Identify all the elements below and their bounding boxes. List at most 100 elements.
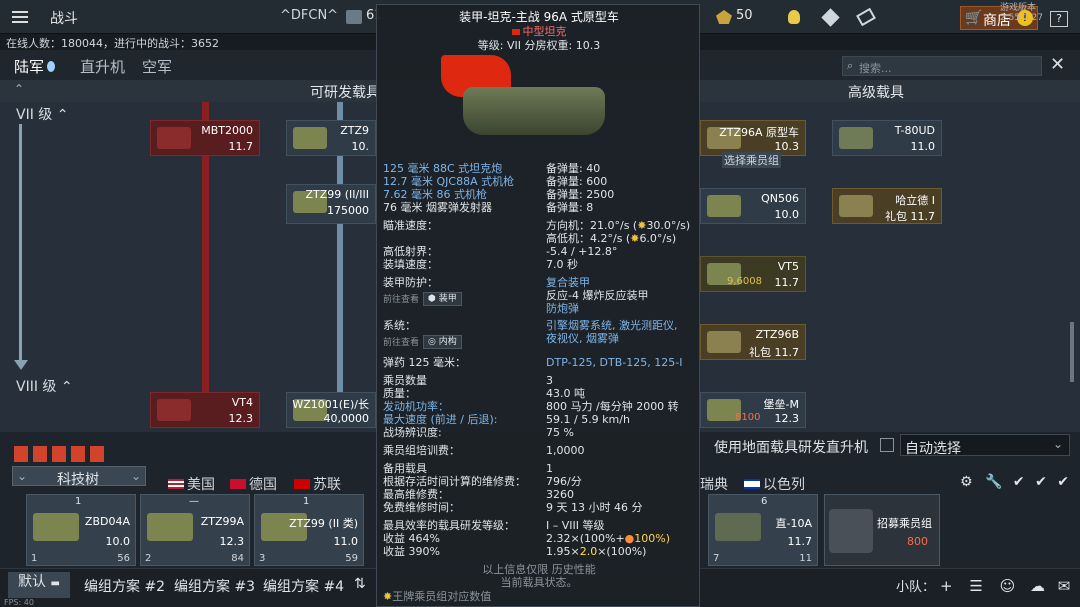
ace-icon: ✸ <box>383 590 393 603</box>
nation-label: 苏联 <box>313 477 341 493</box>
income-2-label: 收益 390% <box>383 545 440 558</box>
tooltip-type: 中型坦克 <box>377 25 701 38</box>
tank-small-icon: ▬ <box>50 578 60 589</box>
armor-view-button[interactable]: ⬢ 装甲 <box>423 292 462 306</box>
crew-slot-3[interactable]: 1 ZTZ99 (II 类) 11.0 3 59 <box>254 494 364 566</box>
gear-icon[interactable]: ⚙ <box>960 474 973 490</box>
interior-icon: ◎ <box>428 337 436 347</box>
nation-germany[interactable]: 德国 <box>230 474 277 494</box>
lightbulb-icon[interactable] <box>788 10 800 24</box>
friends-icon[interactable]: ☺ <box>1000 577 1016 595</box>
battle-label[interactable]: 战斗 <box>50 8 78 28</box>
preset-2[interactable]: 编组方案 #2 <box>84 576 165 596</box>
israel-flag-icon <box>744 479 760 489</box>
tech-tree-button[interactable]: ⌄ 科技树 ⌄ <box>12 466 146 488</box>
vehicle-card-halid[interactable]: 哈立德 I 礼包 11.7 <box>832 188 942 224</box>
crew-count-label: 乘员数量 <box>383 374 427 387</box>
plus-icon[interactable]: + <box>940 577 953 595</box>
heli-research-checkbox[interactable] <box>880 438 894 452</box>
slot-index: 7 <box>713 553 720 564</box>
vehicle-card-wz1001[interactable]: WZ1001(E)/长 40,0000 <box>286 392 376 428</box>
income-1-label: 收益 464% <box>383 532 440 545</box>
rank-arrow <box>14 360 28 370</box>
elevation-value: -5.4 / +12.8° <box>546 245 618 258</box>
preset-3[interactable]: 编组方案 #3 <box>174 576 255 596</box>
rank-viii-label[interactable]: VIII 级 ⌃ <box>16 376 73 396</box>
tank-icon <box>157 399 191 421</box>
double-check-icon[interactable]: ✔ <box>1035 474 1047 490</box>
nation-israel[interactable]: 以色列 <box>744 474 805 494</box>
nation-usa[interactable]: 美国 <box>168 474 215 494</box>
select-crew-hint[interactable]: 选择乘员组 <box>722 152 781 168</box>
search-icon: ⌕ <box>847 59 854 72</box>
settings-toolbar: ⚙ 🔧 ✔ ✔ ✔ <box>960 474 1069 490</box>
tech-tree-label: 科技树 <box>57 472 99 488</box>
nation-sweden[interactable]: 瑞典 <box>700 474 728 494</box>
tab-air[interactable]: 空军 <box>142 56 172 77</box>
crew-slot-2[interactable]: — ZTZ99A 12.3 2 84 <box>140 494 250 566</box>
preset-4[interactable]: 编组方案 #4 <box>263 576 344 596</box>
tab-ground-label: 陆军 <box>14 58 45 76</box>
tooltip-title: 装甲-坦克-主战 96A 式原型车 <box>459 10 619 24</box>
vehicle-card-ztz96a[interactable]: ZTZ96A 原型车 10.3 <box>700 120 806 156</box>
vehicle-br: 12.3 <box>228 412 254 425</box>
help-button[interactable]: ? <box>1050 11 1068 27</box>
ammo-label: 弹药 125 毫米： <box>383 356 466 369</box>
free-repair-label: 免费维修时间： <box>383 501 460 514</box>
crew-portrait <box>829 509 873 553</box>
tab-helicopter[interactable]: 直升机 <box>80 56 125 77</box>
coupon-icon[interactable] <box>856 7 876 27</box>
close-icon[interactable]: ✕ <box>1050 54 1065 75</box>
vehicle-card-t80ud[interactable]: T-80UD 11.0 <box>832 120 942 156</box>
repair-rate-label: 根据存活时间计算的维修费： <box>383 475 526 488</box>
vehicle-card-bastion[interactable]: 堡垒-M 12.3 8100 <box>700 392 806 428</box>
vehicle-card-qn506[interactable]: QN506 10.0 <box>700 188 806 224</box>
nation-ussr[interactable]: 苏联 <box>294 474 341 494</box>
helicopter-icon <box>715 513 761 541</box>
hamburger-icon[interactable] <box>12 11 28 23</box>
crew-slot-7[interactable]: 6 直-10A 11.7 7 11 <box>708 494 818 566</box>
search-box[interactable]: ⌕ 搜索... <box>842 56 1042 76</box>
interior-view-button[interactable]: ◎ 内构 <box>423 335 462 349</box>
vehicle-card-mbt2000[interactable]: MBT2000 11.7 <box>150 120 260 156</box>
armor-value-3: 防炮弹 <box>546 302 579 315</box>
preset-default[interactable]: 默认 ▬ <box>8 572 70 598</box>
slot-top-count: 6 <box>761 496 768 507</box>
crew-slot-1[interactable]: 1 ZBD04A 10.0 1 56 <box>26 494 136 566</box>
vehicle-card-ztz[interactable]: ZTZ9 10. <box>286 120 376 156</box>
tab-ground[interactable]: 陆军 <box>14 56 56 82</box>
weapon-3-ammo: 备弹量: 2500 <box>546 188 615 201</box>
booster-icon: ● <box>624 532 635 545</box>
collapse-icon[interactable]: ⌃ <box>14 82 24 96</box>
vehicle-br: 礼包 11.7 <box>749 346 799 359</box>
chevron-down-icon: ⌄ <box>17 469 28 483</box>
tree-scrollbar[interactable] <box>1070 322 1074 382</box>
footer-note-3-text: 王牌乘员组对应数值 <box>392 590 492 603</box>
efficient-rank-label: 最具效率的载具研发等级： <box>383 519 515 532</box>
sort-icon[interactable]: ⇅ <box>354 576 366 592</box>
vehicle-br: 11.0 <box>910 140 936 153</box>
diamond-icon[interactable] <box>821 8 840 27</box>
wrench-icon[interactable]: 🔧 <box>985 474 1002 490</box>
slot-index: 2 <box>145 553 152 564</box>
preset-label: 默认 <box>18 574 46 590</box>
recruit-crew-slot[interactable]: 招募乘员组 800 <box>824 494 940 566</box>
engine-value: 800 马力 /每分钟 2000 转 <box>546 400 679 413</box>
list-icon[interactable]: ☰ <box>969 577 982 595</box>
heli-research-select[interactable]: 自动选择 ⌄ <box>900 434 1070 457</box>
vehicle-card-vt4[interactable]: VT4 12.3 <box>150 392 260 428</box>
vehicle-card-vt5[interactable]: VT5 11.7 9,6008 <box>700 256 806 292</box>
armor-value-2: 反应-4 爆炸反应装甲 <box>546 289 649 302</box>
rank-vii-label[interactable]: VII 级 ⌃ <box>16 104 68 124</box>
vehicle-card-ztz99[interactable]: ZTZ99 (II/III 175000 <box>286 184 376 224</box>
mail-icon[interactable]: ✉ <box>1058 577 1071 595</box>
weapon-2: 12.7 毫米 QJC88A 式机枪 <box>383 175 515 188</box>
squad-tag: ^DFCN^ <box>280 8 339 23</box>
weapon-1-ammo: 备弹量: 40 <box>546 162 601 175</box>
check-icon[interactable]: ✔ <box>1057 474 1069 490</box>
check-icon[interactable]: ✔ <box>1013 474 1025 490</box>
aim-v-text: 高低机：4.2°/s ( <box>546 232 631 245</box>
vehicle-card-ztz96b[interactable]: ZTZ96B 礼包 11.7 <box>700 324 806 360</box>
reload-value: 7.0 秒 <box>546 258 578 271</box>
chat-icon[interactable]: ☁ <box>1030 577 1045 595</box>
